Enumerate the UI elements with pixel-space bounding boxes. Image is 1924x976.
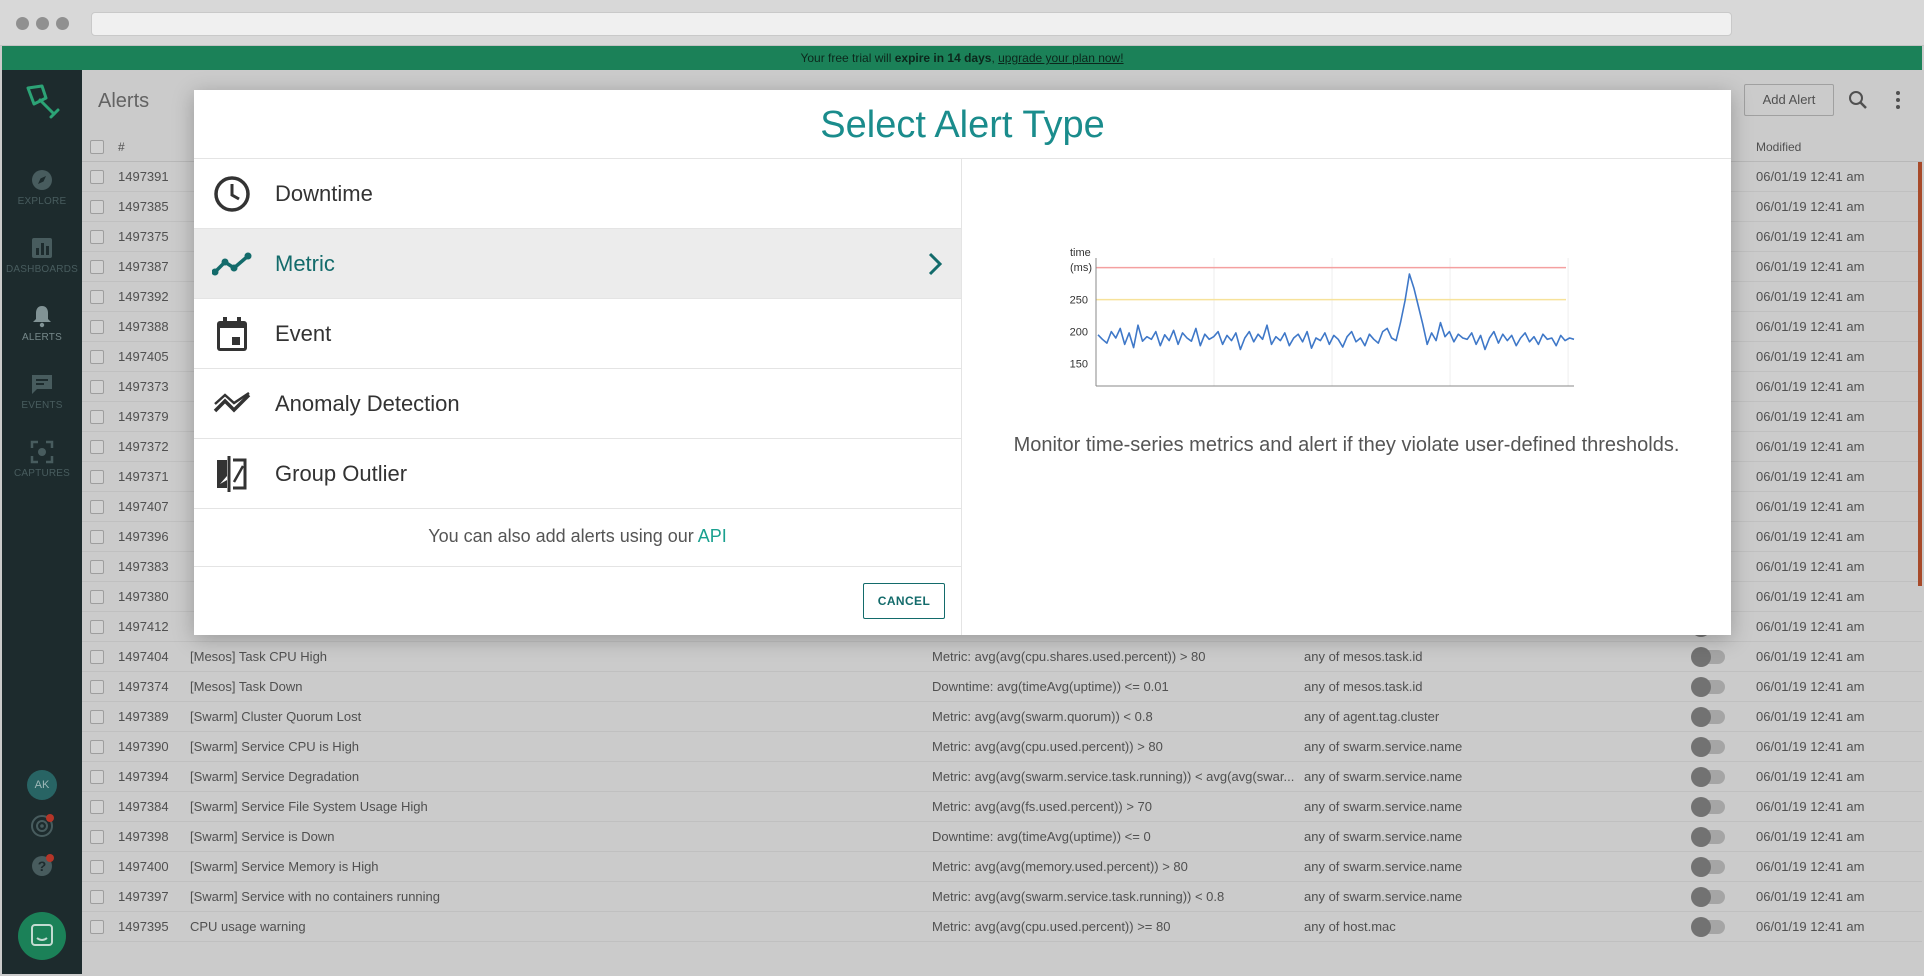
modal-title: Select Alert Type <box>820 104 1105 146</box>
chevron-right-icon <box>928 252 943 276</box>
alert-type-downtime[interactable]: Downtime <box>194 159 961 229</box>
calendar-icon <box>217 317 247 351</box>
alert-type-label: Event <box>275 321 332 346</box>
alert-type-group-outlier[interactable]: Group Outlier <box>194 439 961 509</box>
alert-type-anomaly-detection[interactable]: Anomaly Detection <box>194 369 961 439</box>
api-note-text: You can also add alerts using our <box>428 526 698 546</box>
y-tick-label: 150 <box>1070 359 1088 371</box>
alert-type-label: Anomaly Detection <box>275 391 460 416</box>
series-line <box>1097 273 1575 351</box>
alert-type-label: Group Outlier <box>275 461 408 486</box>
cancel-button[interactable]: CANCEL <box>863 583 945 619</box>
alert-type-label: Downtime <box>275 181 373 206</box>
y-tick-label: 200 <box>1070 327 1088 339</box>
clock-icon <box>214 176 250 212</box>
alert-type-event[interactable]: Event <box>194 299 961 369</box>
y-axis-label-unit: (ms) <box>1070 262 1092 274</box>
y-axis-label: time <box>1070 247 1091 259</box>
compare-icon <box>217 456 247 492</box>
modal-column-divider <box>961 159 962 635</box>
alert-type-description: Monitor time-series metrics and alert if… <box>1013 434 1680 456</box>
select-alert-type-dialog: Select Alert Type Downtime Metric Event … <box>194 90 1731 635</box>
alert-type-metric[interactable]: Metric <box>194 229 961 299</box>
trend-line-icon <box>212 252 252 276</box>
footer-divider <box>194 566 961 567</box>
alert-type-label: Metric <box>275 251 335 276</box>
y-tick-label: 250 <box>1070 295 1088 307</box>
api-note: You can also add alerts using our API <box>194 526 961 547</box>
anomaly-icon <box>213 391 251 413</box>
metric-preview-chart: time (ms) 150 200 250 <box>1070 247 1575 387</box>
api-link[interactable]: API <box>698 526 727 546</box>
